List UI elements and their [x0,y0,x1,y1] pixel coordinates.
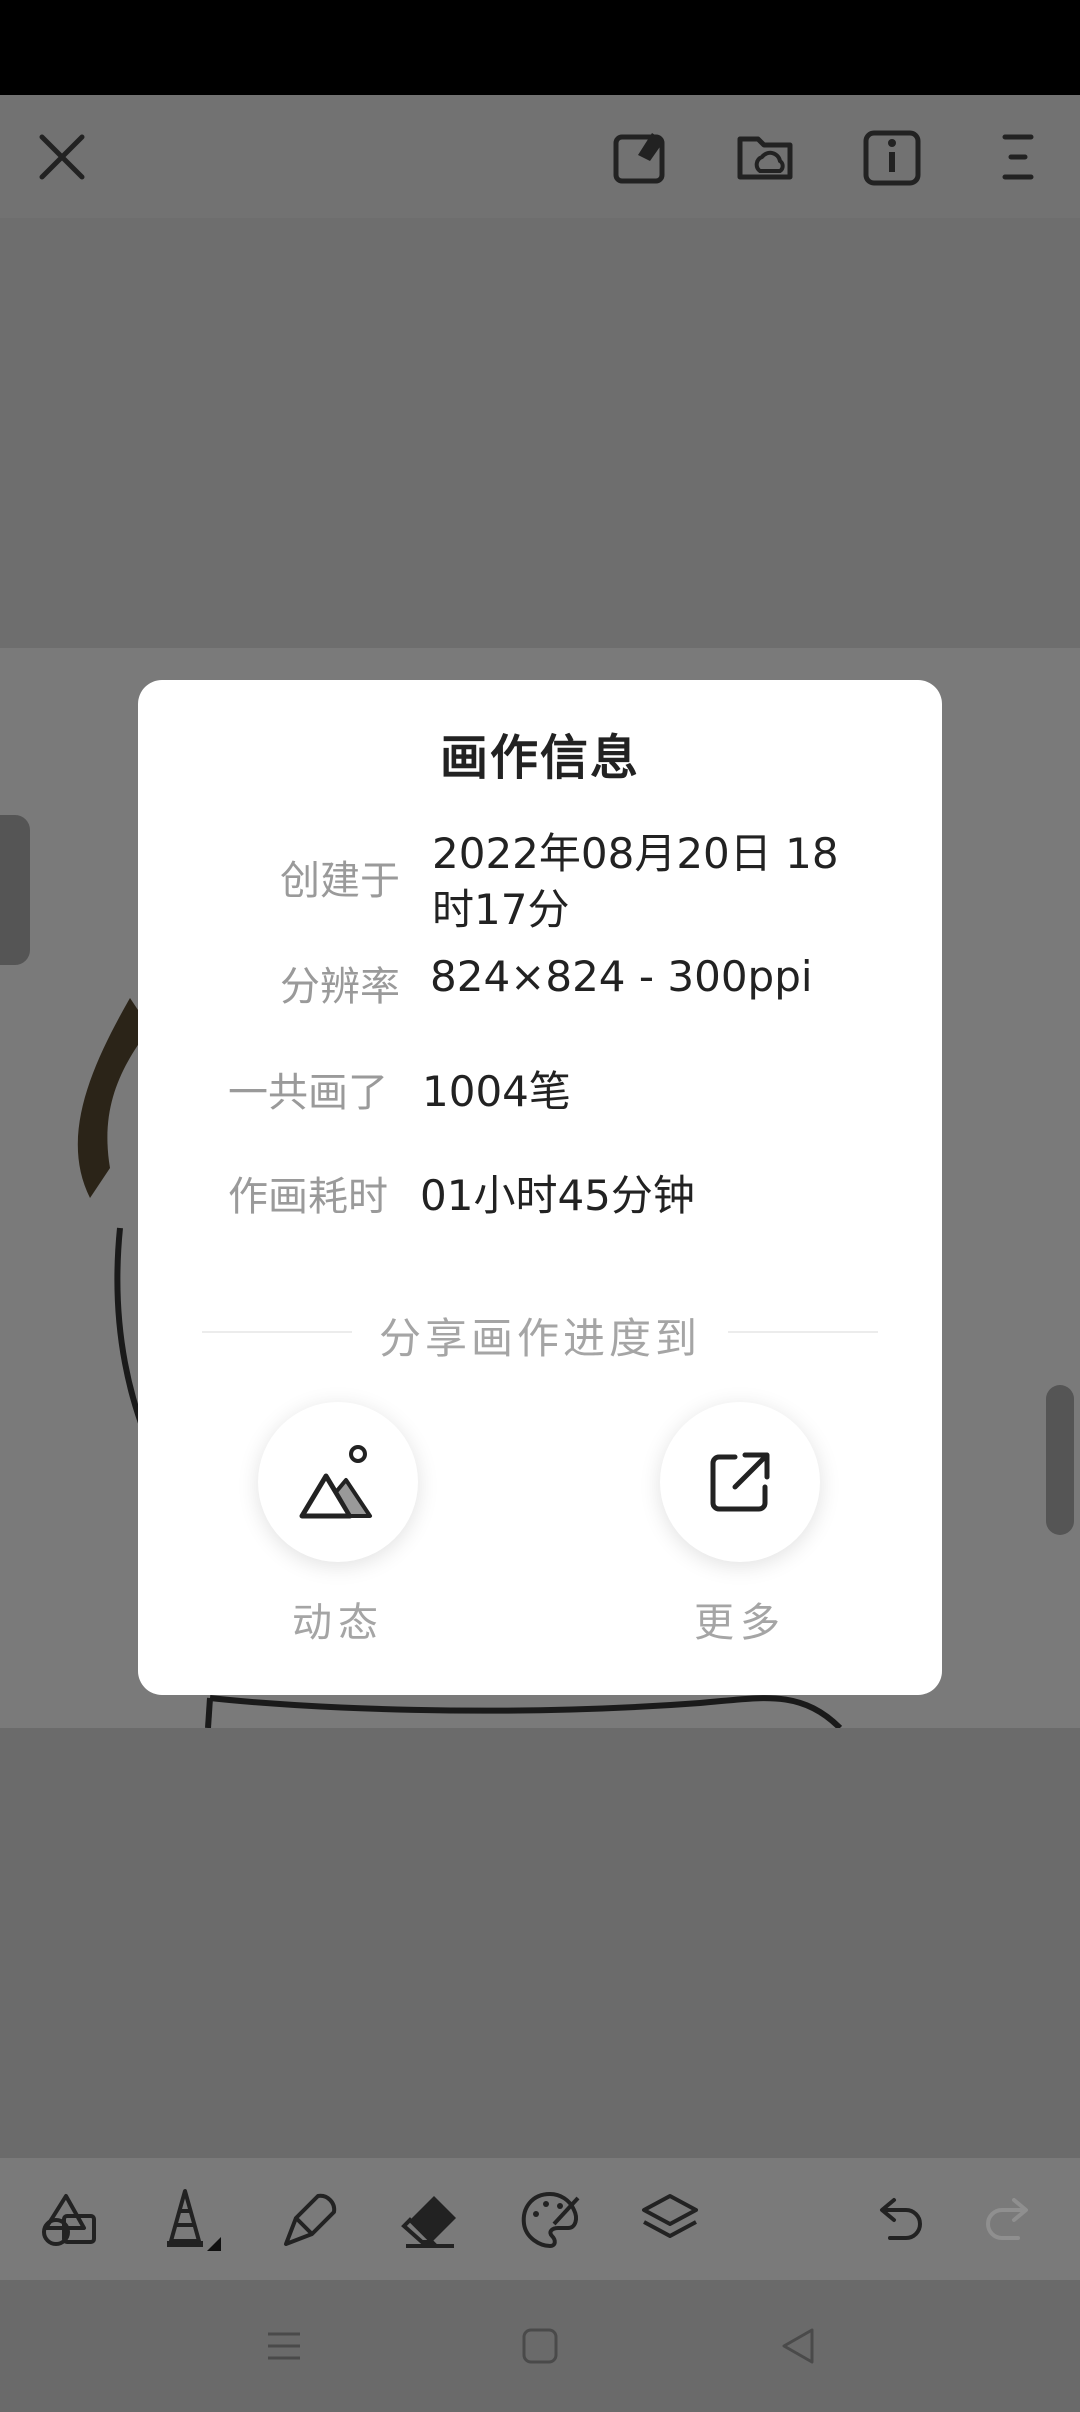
time-value: 01小时45分钟 [420,1171,695,1220]
strokes-value: 1004笔 [422,1067,571,1116]
top-toolbar [0,95,1080,218]
cloud-folder-icon[interactable] [726,117,806,197]
external-share-icon [710,1452,770,1512]
share-more-button[interactable] [660,1402,820,1562]
mountain-image-icon [299,1445,372,1519]
menu-icon[interactable] [978,117,1058,197]
created-label: 创建于 [280,858,400,904]
resolution-label: 分辨率 [280,964,400,1010]
share-moments-label: 动态 [292,1600,384,1646]
palette-icon[interactable] [510,2180,590,2260]
brush-icon[interactable] [270,2180,350,2260]
canvas-background-bottom [0,1728,1080,2158]
artwork-info-dialog: 画作信息 创建于 2022年08月20日 18 时17分 分辨率 824×824… [138,680,942,1695]
resolution-value: 824×824 - 300ppi [430,952,813,1001]
created-value-line1: 2022年08月20日 18 [432,829,839,878]
canvas-edit-icon[interactable] [600,117,680,197]
redo-icon[interactable] [970,2180,1050,2260]
home-icon[interactable] [510,2316,570,2376]
brush-size-slider[interactable] [0,815,30,965]
share-moments-button[interactable] [258,1402,418,1562]
back-icon[interactable] [768,2316,828,2376]
system-navigation-bar [0,2280,1080,2412]
pen-tool-icon[interactable] [150,2180,230,2260]
canvas-background-top [0,218,1080,648]
divider-right [728,1331,878,1333]
strokes-label: 一共画了 [228,1070,388,1116]
recent-apps-icon[interactable] [254,2316,314,2376]
time-label: 作画耗时 [228,1174,388,1220]
created-value-line2: 时17分 [432,885,570,934]
share-more-label: 更多 [694,1600,786,1646]
dialog-title: 画作信息 [439,730,640,786]
shapes-icon[interactable] [30,2180,110,2260]
undo-icon[interactable] [858,2180,938,2260]
share-title: 分享画作进度到 [378,1314,701,1363]
status-bar [0,0,1080,95]
info-icon[interactable] [852,117,932,197]
opacity-slider[interactable] [1046,1385,1074,1535]
eraser-icon[interactable] [390,2180,470,2260]
close-icon[interactable] [22,117,102,197]
bottom-toolbar [0,2158,1080,2280]
layers-icon[interactable] [630,2180,710,2260]
